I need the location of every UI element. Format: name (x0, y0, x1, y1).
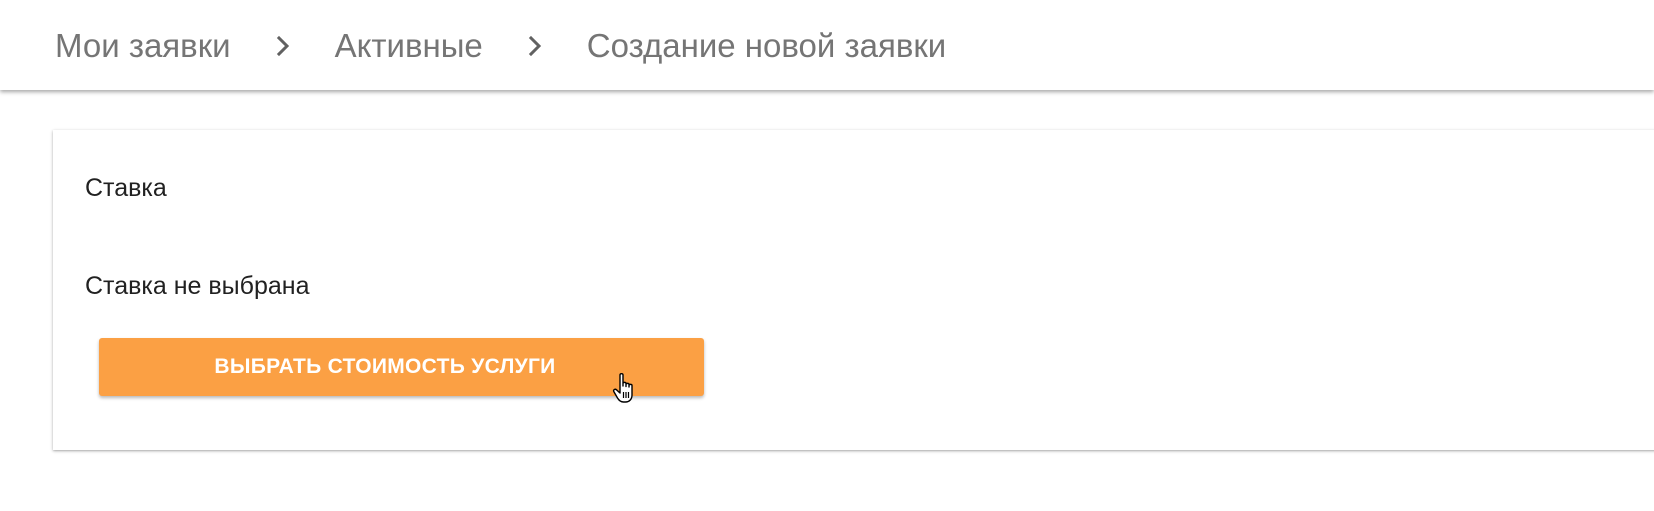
chevron-right-icon (515, 26, 555, 66)
select-service-cost-button-label: ВЫБРАТЬ СТОИМОСТЬ УСЛУГИ (214, 355, 556, 378)
breadcrumb: Мои заявки Активные Создание новой заявк… (55, 26, 946, 66)
rate-card: Ставка Ставка не выбрана ВЫБРАТЬ СТОИМОС… (53, 130, 1654, 450)
rate-status-text: Ставка не выбрана (85, 272, 310, 300)
hand-cursor-icon (612, 372, 642, 406)
top-bar: Мои заявки Активные Создание новой заявк… (0, 0, 1654, 90)
breadcrumb-item-new-request: Создание новой заявки (586, 27, 947, 64)
rate-card-title: Ставка (85, 174, 167, 202)
breadcrumb-item-active[interactable]: Активные (335, 26, 483, 66)
chevron-right-icon (263, 26, 303, 66)
breadcrumb-item-my-requests[interactable]: Мои заявки (55, 26, 231, 66)
